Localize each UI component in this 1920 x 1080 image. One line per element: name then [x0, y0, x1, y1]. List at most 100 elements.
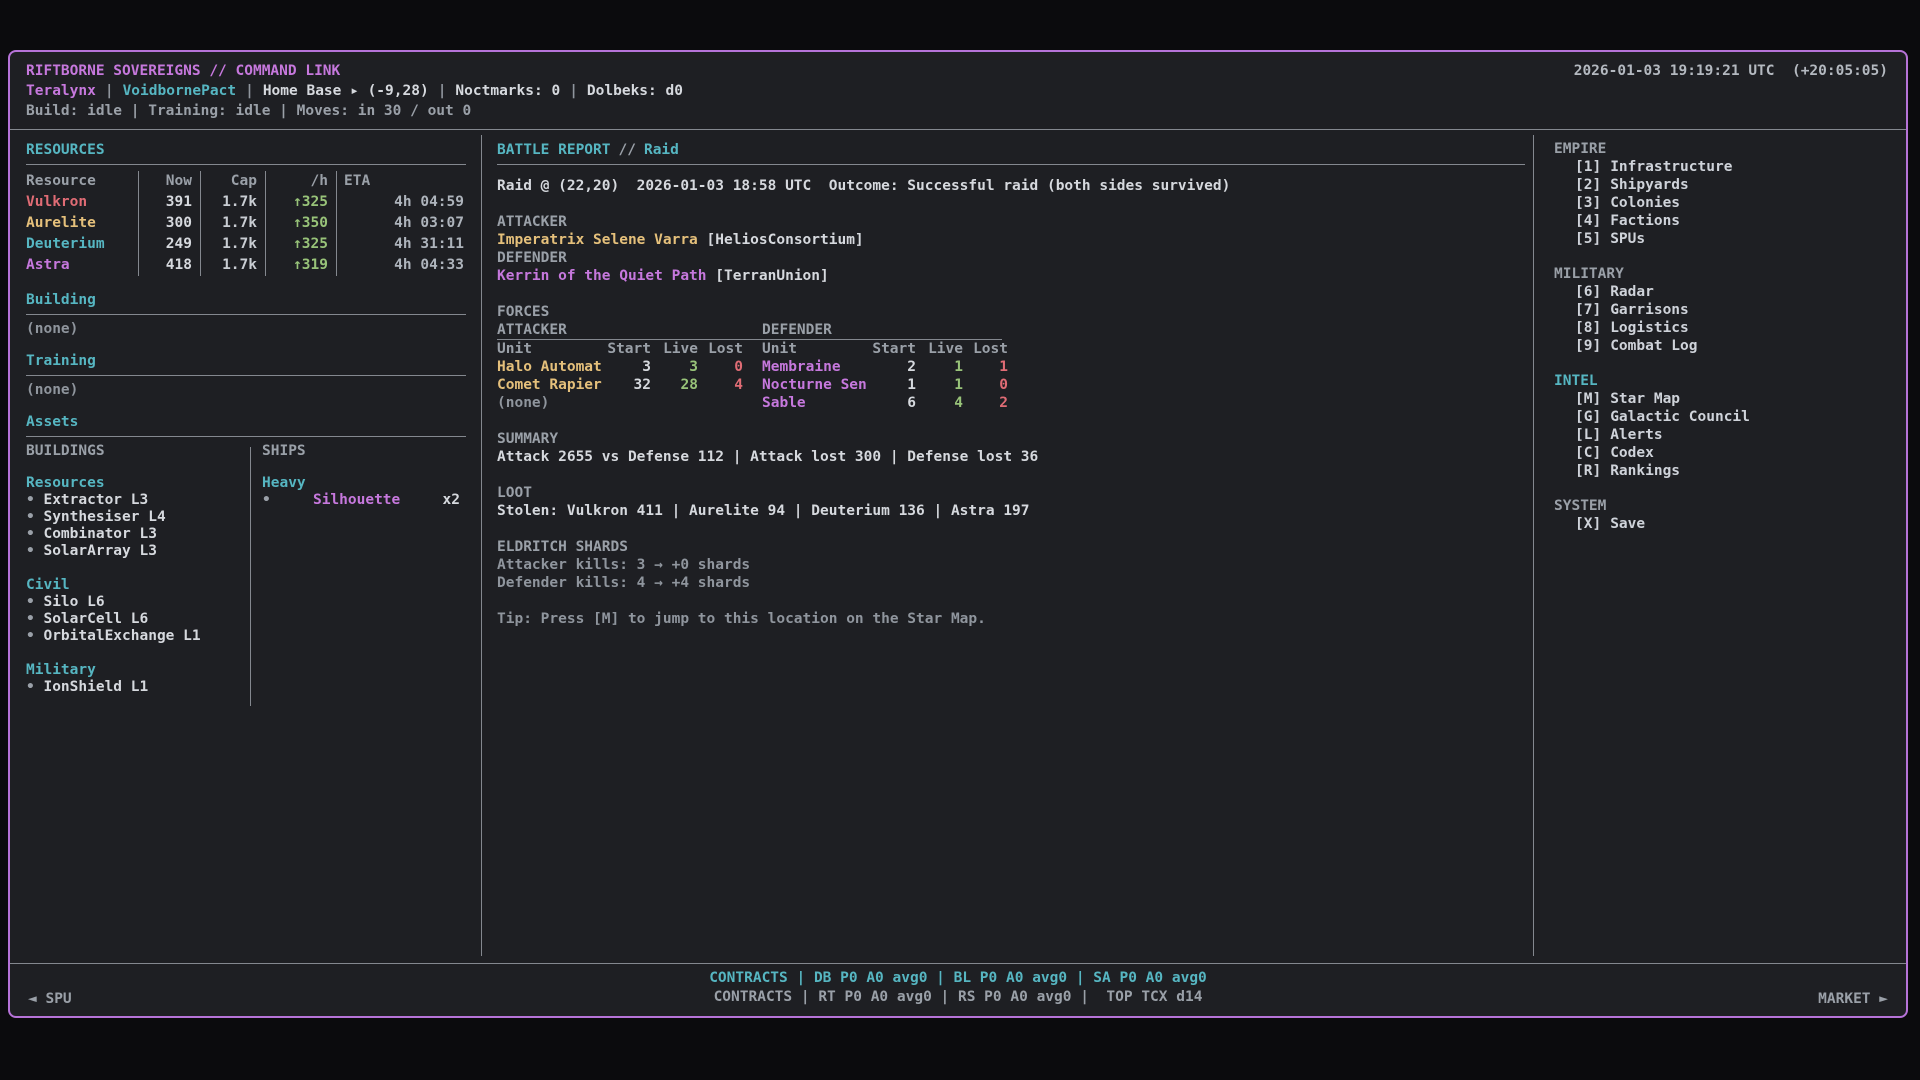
- ship-name: Silhouette: [313, 492, 400, 509]
- forces-side-headers: ATTACKER DEFENDER: [497, 321, 1525, 339]
- defender-faction-tag: [TerranUnion]: [715, 268, 829, 284]
- menu-section-empire: EMPIRE [1]Infrastructure [2] Shipyards [3…: [1554, 140, 1900, 248]
- resource-rate: ↑350: [265, 213, 336, 234]
- building-item: SolarCell L6: [26, 611, 250, 628]
- building-group: Military IonShield L1: [26, 662, 250, 696]
- ships-heading: SHIPS: [262, 442, 466, 460]
- menu-item-save[interactable]: [X]Save: [1554, 515, 1900, 533]
- unit-name: Sable: [762, 394, 872, 412]
- menu-item-alerts[interactable]: [L]Alerts: [1554, 426, 1900, 444]
- battle-report-heading: BATTLE REPORT // Raid: [497, 140, 1525, 160]
- hotkey: [9]: [1575, 337, 1601, 355]
- menu-item-logistics[interactable]: [8] Logistics: [1554, 319, 1900, 337]
- resource-eta: 4h 04:59: [336, 192, 466, 213]
- attacker-forces-table: Unit Start Live Lost Halo Automat 3 3 0 …: [497, 340, 743, 412]
- divider: [26, 375, 466, 376]
- unit-lost: 4: [698, 376, 743, 394]
- resource-now: 300: [138, 213, 200, 234]
- loot-label: LOOT: [497, 484, 1525, 502]
- ship-count: x2: [443, 492, 460, 509]
- buildings-heading: BUILDINGS: [26, 442, 250, 460]
- menu-item-colonies[interactable]: [3]Colonies: [1554, 194, 1900, 212]
- menu-item-label: Logistics: [1610, 319, 1689, 337]
- unit-start: 2: [872, 358, 916, 376]
- col-header-lost: Lost: [698, 340, 743, 358]
- prev-page-spu[interactable]: ◄ SPU: [28, 991, 72, 1007]
- defender-forces-table: Unit Start Live Lost Membraine 2 1 1 Noc…: [762, 340, 1008, 412]
- player-status-line: Teralynx | VoidbornePact | Home Base ▸ (…: [26, 81, 1888, 101]
- defender-label: DEFENDER: [497, 249, 1525, 267]
- panel-command-menu: EMPIRE [1]Infrastructure [2] Shipyards [3…: [1534, 130, 1906, 963]
- menu-item-codex[interactable]: [C]Codex: [1554, 444, 1900, 462]
- hotkey: [8]: [1575, 319, 1601, 337]
- unit-name: Nocturne Sen: [762, 376, 872, 394]
- hotkey: [2]: [1575, 176, 1601, 194]
- menu-item-shipyards[interactable]: [2] Shipyards: [1554, 176, 1900, 194]
- menu-section-title: INTEL: [1554, 372, 1900, 390]
- menu-section-title: EMPIRE: [1554, 140, 1900, 158]
- dolbeks-count: Dolbeks: d0: [587, 81, 683, 101]
- menu-item-garrisons[interactable]: [7]Garrisons: [1554, 301, 1900, 319]
- menu-section-system: SYSTEM [X]Save: [1554, 497, 1900, 533]
- menu-item-label: Shipyards: [1610, 176, 1689, 194]
- menu-item-rankings[interactable]: [R]Rankings: [1554, 462, 1900, 480]
- report-kind: Raid: [644, 140, 679, 160]
- assets-panel: BUILDINGS Resources Extractor L3 Synthes…: [26, 442, 466, 713]
- menu-item-spus[interactable]: [5]SPUs: [1554, 230, 1900, 248]
- shards-label: ELDRITCH SHARDS: [497, 538, 1525, 556]
- building-item: Synthesiser L4: [26, 509, 250, 526]
- menu-item-label: Factions: [1610, 212, 1680, 230]
- resource-cap: 1.7k: [200, 234, 265, 255]
- resource-now: 249: [138, 234, 200, 255]
- menu-item-infrastructure[interactable]: [1]Infrastructure: [1554, 158, 1900, 176]
- unit-name: (none): [497, 394, 607, 412]
- command-link-window: RIFTBORNE SOVEREIGNS // COMMAND LINK 2 0 2…: [8, 50, 1908, 1018]
- building-heading: Building: [26, 290, 466, 310]
- col-header-unit: Unit: [497, 340, 607, 358]
- building-group: Resources Extractor L3 Synthesiser L4 Co…: [26, 475, 250, 560]
- menu-item-label: Save: [1610, 515, 1645, 533]
- menu-item-factions[interactable]: [4]Factions: [1554, 212, 1900, 230]
- unit-live: 1: [916, 358, 963, 376]
- attacker-label: ATTACKER: [497, 213, 1525, 231]
- separator: |: [569, 81, 578, 101]
- unit-lost: 1: [963, 358, 1008, 376]
- menu-item-star-map[interactable]: [M]Star Map: [1554, 390, 1900, 408]
- resources-table: Resource Now Cap /h ETA Vulkron 391 1.7k…: [26, 171, 466, 276]
- hotkey: [6]: [1575, 283, 1601, 301]
- divider: [26, 314, 466, 315]
- ships-column: SHIPS Heavy Silhouette x2: [251, 442, 466, 713]
- resource-now: 391: [138, 192, 200, 213]
- menu-item-label: SPUs: [1610, 230, 1645, 248]
- menu-item-radar[interactable]: [6]Radar: [1554, 283, 1900, 301]
- app-title: RIFTBORNE SOVEREIGNS // COMMAND LINK: [26, 61, 340, 81]
- menu-section-military: MILITARY [6]Radar [7]Garrisons [8]Logist…: [1554, 265, 1900, 355]
- activity-status-line: Build: idle | Training: idle | Moves: in…: [26, 101, 1888, 121]
- next-page-market[interactable]: MARKET ►: [1818, 991, 1888, 1007]
- col-header-rate: /h: [265, 171, 336, 192]
- unit-start: 1: [872, 376, 916, 394]
- defender-name: Kerrin of the Quiet Path: [497, 268, 707, 284]
- hotkey: [1]: [1575, 158, 1601, 176]
- menu-item-label: Garrisons: [1610, 301, 1689, 319]
- menu-item-galactic-council[interactable]: [G]Galactic Council: [1554, 408, 1900, 426]
- noctmarks-count: Noctmarks: 0: [455, 81, 560, 101]
- menu-item-combat-log[interactable]: [9]Combat Log: [1554, 337, 1900, 355]
- col-header-live: Live: [916, 340, 963, 358]
- resource-name: Deuterium: [26, 234, 138, 255]
- unit-live: [651, 394, 698, 412]
- menu-item-label: Codex: [1610, 444, 1654, 462]
- defender-identity: Kerrin of the Quiet Path [TerranUnion]: [497, 267, 1525, 285]
- col-header-cap: Cap: [200, 171, 265, 192]
- resource-eta: 4h 03:07: [336, 213, 466, 234]
- shards-attacker-line: Attacker kills: 3 → +0 shards: [497, 556, 1525, 574]
- attacker-faction-tag: [HeliosConsortium]: [707, 232, 864, 248]
- building-group-name: Resources: [26, 475, 250, 492]
- unit-lost: 0: [698, 358, 743, 376]
- header: RIFTBORNE SOVEREIGNS // COMMAND LINK 202…: [10, 52, 1906, 125]
- assets-heading: Assets: [26, 412, 466, 432]
- shards-defender-line: Defender kills: 4 → +4 shards: [497, 574, 1525, 592]
- unit-name: Comet Rapier: [497, 376, 607, 394]
- location-breadcrumb: Home Base ▸ (-9,28): [263, 81, 429, 101]
- building-item: OrbitalExchange L1: [26, 628, 250, 645]
